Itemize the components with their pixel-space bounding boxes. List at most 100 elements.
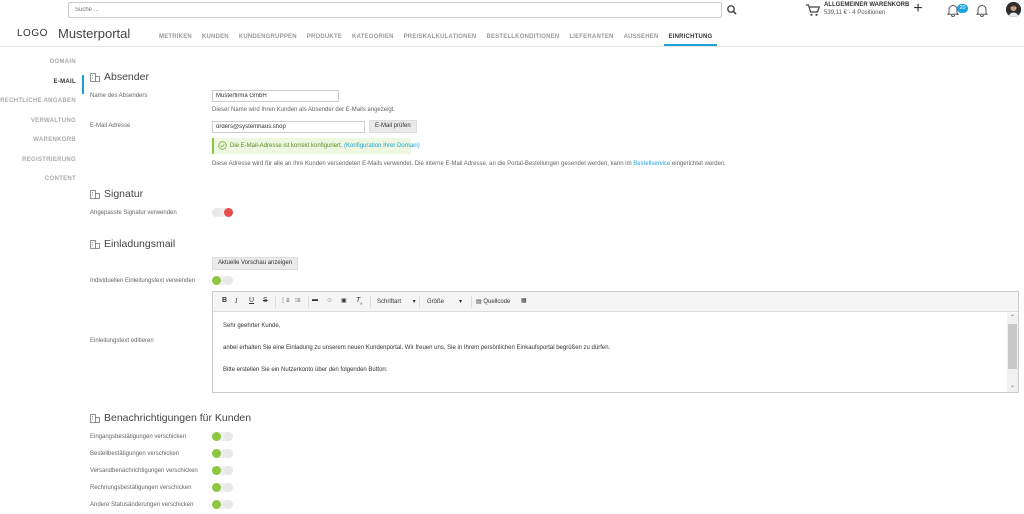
preview-button[interactable]: Aktuelle Vorschau anzeigen — [212, 257, 299, 270]
side-item-domain[interactable]: DOMAIN — [0, 55, 84, 75]
side-item-registrierung[interactable]: REGISTRIERUNG — [0, 153, 84, 173]
custom-signature-toggle[interactable] — [212, 208, 233, 217]
bold-icon[interactable]: B — [222, 297, 227, 304]
nav-produkte[interactable]: PRODUKTE — [302, 28, 347, 46]
side-nav: DOMAIN E-MAIL RECHTLICHE ANGABEN VERWALT… — [0, 55, 84, 192]
notification-toggle-bestell[interactable] — [212, 449, 233, 458]
email-address-field[interactable] — [212, 121, 365, 133]
nav-preiskalkulationen[interactable]: PREISKALKULATIONEN — [399, 28, 482, 46]
top-bar: ALLGEMEINER WARENKORB 539,11 € - 4 Posit… — [0, 0, 1024, 20]
table-icon[interactable]: ▦ — [521, 297, 527, 304]
side-item-rechtliche-angaben[interactable]: RECHTLICHE ANGABEN — [0, 94, 84, 114]
notification-label: Rechnungsbestätigungen verschicken — [90, 485, 192, 491]
font-select-label: Schriftart — [377, 299, 402, 305]
nav-kategorien[interactable]: KATEGORIEN — [347, 28, 399, 46]
email-success-message: Die E-Mail-Adresse ist korrekt konfiguri… — [212, 138, 420, 154]
section-title-einladungsmail: Einladungsmail — [90, 238, 175, 250]
nav-kundengruppen[interactable]: KUNDENGRUPPEN — [234, 28, 302, 46]
notification-label: Versandbenachrichtigungen verschicken — [90, 468, 198, 474]
custom-signature-label: Angepasste Signatur verwenden — [90, 210, 177, 216]
editor-scrollbar[interactable]: ⌃ ⌄ — [1007, 313, 1018, 392]
bestellservice-link[interactable]: Bestellservice — [633, 161, 670, 167]
email-address-label: E-Mail Adresse — [90, 123, 131, 129]
header-divider — [0, 46, 1024, 47]
custom-intro-label: Individuellen Einleitungstext verwenden — [90, 278, 196, 284]
editor-paragraph: Bitte erstellen Sie ein Nutzerkonto über… — [223, 367, 388, 373]
sender-name-label: Name des Absenders — [90, 93, 148, 99]
scroll-thumb[interactable] — [1008, 324, 1017, 369]
scroll-down-icon[interactable]: ⌄ — [1009, 383, 1016, 390]
numbered-list-icon[interactable]: ⋮≡ — [280, 297, 290, 304]
editor-content[interactable]: Sehr geehrter Kunde, anbei erhalten Sie … — [213, 313, 1006, 392]
nav-bestellkonditionen[interactable]: BESTELLKONDITIONEN — [481, 28, 564, 46]
avatar[interactable] — [1006, 2, 1021, 17]
search-input[interactable] — [68, 2, 722, 18]
nav-aussehen[interactable]: AUSSEHEN — [619, 28, 664, 46]
size-select-label: Größe — [427, 299, 445, 305]
notification-label: Andere Statusänderungen verschicken — [90, 502, 194, 508]
notification-label: Eingangsbestätigungen verschicken — [90, 434, 187, 440]
email-info-suffix: eingerichtet werden. — [671, 161, 726, 167]
scroll-up-icon[interactable]: ⌃ — [1009, 315, 1016, 322]
clear-format-icon[interactable]: Tx — [356, 297, 362, 305]
size-select[interactable]: Größe ▾ — [427, 298, 462, 305]
notification-label: Bestellbestätigungen verschicken — [90, 451, 180, 457]
success-text: Die E-Mail-Adresse ist korrekt konfiguri… — [230, 143, 343, 149]
domain-config-link[interactable]: (Konfiguration Ihrer Domain) — [344, 143, 420, 149]
nav-metriken[interactable]: METRIKEN — [154, 28, 197, 46]
main-nav: METRIKEN KUNDEN KUNDENGRUPPEN PRODUKTE K… — [154, 28, 718, 46]
check-email-button[interactable]: E-Mail prüfen — [369, 120, 417, 133]
editor-paragraph: Sehr geehrter Kunde, — [223, 323, 281, 329]
email-info-text: Diese Adresse wird für alle an Ihre Kund… — [212, 161, 726, 167]
unlink-icon[interactable]: ⊘ — [327, 297, 332, 304]
image-icon[interactable]: ▣ — [341, 297, 347, 304]
email-info-prefix: Diese Adresse wird für alle an Ihre Kund… — [212, 161, 632, 167]
rich-text-editor: B I U S ⋮≡ ⁝≡ ▬ ⊘ ▣ Tx Schriftart ▾ Größ… — [212, 291, 1019, 393]
bullet-list-icon[interactable]: ⁝≡ — [295, 297, 300, 304]
section-title-benachrichtigungen: Benachrichtigungen für Kunden — [90, 412, 251, 424]
custom-intro-toggle[interactable] — [212, 276, 233, 285]
file-icon: ▤ — [476, 299, 482, 305]
side-item-content[interactable]: CONTENT — [0, 172, 84, 192]
building-icon — [90, 72, 100, 82]
cart-icon[interactable] — [805, 3, 821, 17]
cart-summary[interactable]: 539,11 € - 4 Positionen — [824, 10, 885, 16]
italic-icon[interactable]: I — [235, 297, 237, 305]
search-icon[interactable] — [726, 3, 738, 17]
edit-intro-label: Einleitungstext editieren — [90, 338, 154, 344]
sender-name-field[interactable] — [212, 90, 339, 102]
nav-kunden[interactable]: KUNDEN — [197, 28, 234, 46]
add-icon[interactable]: + — [911, 1, 925, 17]
section-title-signatur: Signatur — [90, 188, 143, 200]
editor-toolbar: B I U S ⋮≡ ⁝≡ ▬ ⊘ ▣ Tx Schriftart ▾ Größ… — [213, 292, 1018, 312]
nav-einrichtung[interactable]: EINRICHTUNG — [663, 28, 718, 46]
font-select[interactable]: Schriftart ▾ — [377, 298, 416, 305]
section-title-text: Signatur — [104, 188, 144, 200]
nav-lieferanten[interactable]: LIEFERANTEN — [564, 28, 618, 46]
building-icon — [90, 413, 100, 423]
section-title-text: Absender — [104, 71, 149, 83]
sender-name-help: Dieser Name wird Ihren Kunden als Absend… — [212, 107, 396, 113]
notification-toggle-rechnung[interactable] — [212, 483, 233, 492]
link-icon[interactable]: ▬ — [312, 297, 318, 303]
underline-icon[interactable]: U — [249, 297, 254, 304]
notification-toggle-versand[interactable] — [212, 466, 233, 475]
section-title-text: Einladungsmail — [104, 238, 176, 250]
side-item-verwaltung[interactable]: VERWALTUNG — [0, 114, 84, 134]
section-title-absender: Absender — [90, 71, 149, 83]
notification-toggle-eingang[interactable] — [212, 432, 233, 441]
portal-title: Musterportal — [58, 26, 131, 41]
side-item-email[interactable]: E-MAIL — [0, 74, 84, 94]
notification-toggle-status[interactable] — [212, 500, 233, 509]
source-button[interactable]: ▤ Quellcode — [476, 298, 510, 305]
editor-paragraph: anbei erhalten Sie eine Einladung zu uns… — [223, 345, 611, 351]
logo[interactable]: LOGO — [17, 28, 48, 39]
side-item-warenkorb[interactable]: WARENKORB — [0, 133, 84, 153]
building-icon — [90, 189, 100, 199]
bell-icon[interactable] — [975, 3, 989, 17]
section-title-text: Benachrichtigungen für Kunden — [104, 412, 252, 424]
source-button-label: Quellcode — [483, 299, 511, 305]
cart-title[interactable]: ALLGEMEINER WARENKORB — [824, 2, 909, 8]
building-icon — [90, 239, 100, 249]
strikethrough-icon[interactable]: S — [263, 297, 268, 304]
